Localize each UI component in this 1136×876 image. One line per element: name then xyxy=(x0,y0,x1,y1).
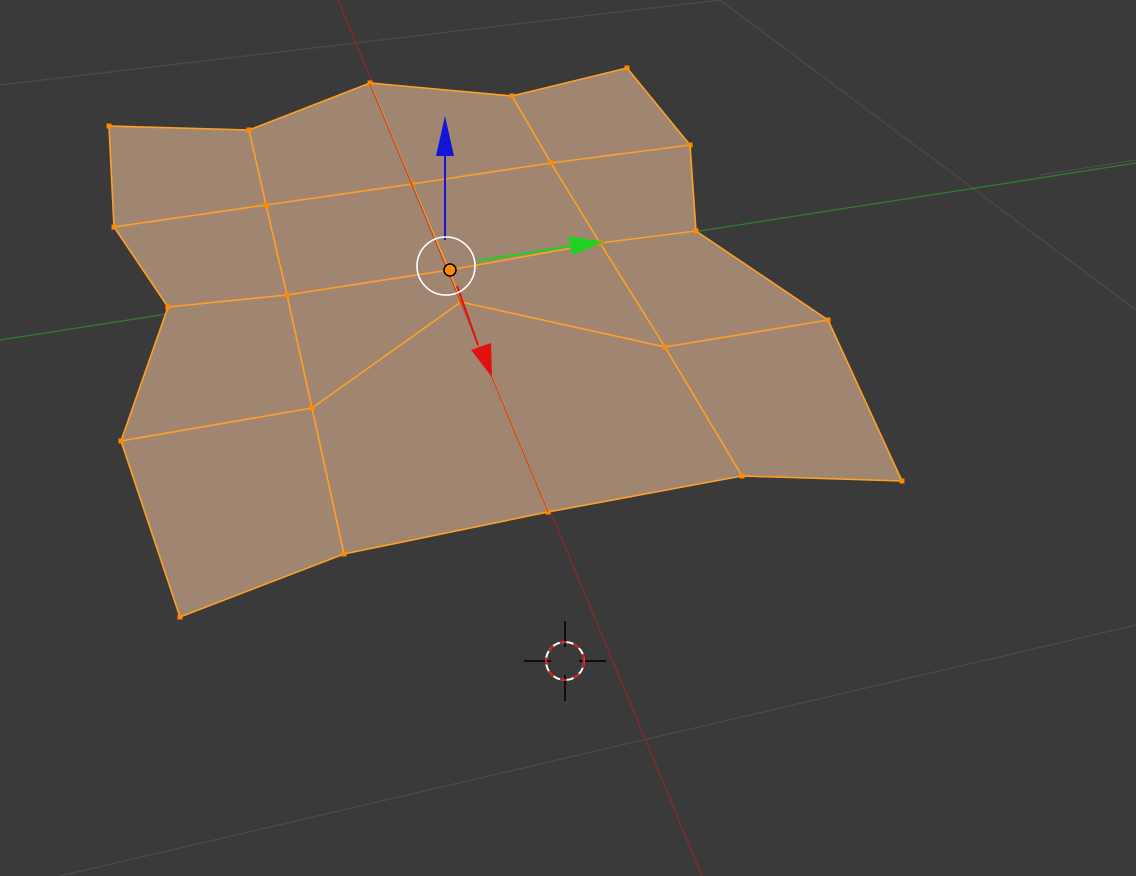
mesh-vertex[interactable] xyxy=(106,123,112,129)
mesh-vertex[interactable] xyxy=(263,202,269,208)
viewport-canvas[interactable] xyxy=(0,0,1136,876)
crosshair-icon[interactable] xyxy=(524,621,606,701)
mesh-plane[interactable] xyxy=(106,65,905,620)
mesh-vertex[interactable] xyxy=(118,438,124,444)
pivot-point-icon xyxy=(443,263,457,277)
mesh-faces xyxy=(109,68,902,617)
mesh-vertex[interactable] xyxy=(309,405,315,411)
mesh-vertex[interactable] xyxy=(693,228,699,234)
grid-line xyxy=(1039,159,1136,176)
mesh-vertex[interactable] xyxy=(739,473,745,479)
mesh-vertex[interactable] xyxy=(548,160,554,166)
mesh-vertex[interactable] xyxy=(899,478,905,484)
mesh-vertex[interactable] xyxy=(341,551,347,557)
mesh-vertex[interactable] xyxy=(177,614,183,620)
mesh-vertex[interactable] xyxy=(624,65,630,71)
3d-viewport[interactable] xyxy=(0,0,1136,876)
mesh-vertex[interactable] xyxy=(111,224,117,230)
mesh-vertex[interactable] xyxy=(509,93,515,99)
mesh-vertex[interactable] xyxy=(825,317,831,323)
grid-line xyxy=(59,624,1136,876)
mesh-vertex[interactable] xyxy=(687,142,693,148)
cursor-ring-red xyxy=(545,641,585,681)
mesh-vertex[interactable] xyxy=(662,344,668,350)
grid-line xyxy=(719,0,1136,311)
mesh-vertex[interactable] xyxy=(284,292,290,298)
mesh-vertex[interactable] xyxy=(165,304,171,310)
mesh-vertex[interactable] xyxy=(246,127,252,133)
mesh-face[interactable] xyxy=(121,408,344,617)
